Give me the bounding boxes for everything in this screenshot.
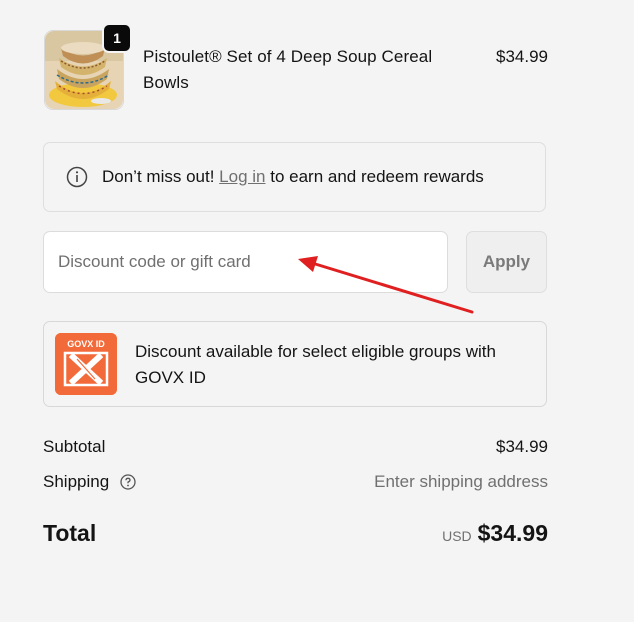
shipping-value: Enter shipping address <box>374 472 548 491</box>
info-icon <box>66 166 88 188</box>
product-price: $34.99 <box>496 47 548 66</box>
govx-logo-text: GOVX ID <box>67 339 105 349</box>
discount-code-input[interactable] <box>43 231 448 293</box>
subtotal-label: Subtotal <box>43 437 106 456</box>
total-label: Total <box>43 520 97 546</box>
apply-button[interactable]: Apply <box>466 231 547 293</box>
total-value-group: USD $34.99 <box>442 520 548 547</box>
subtotal-value: $34.99 <box>496 437 548 456</box>
shipping-label: Shipping <box>43 472 110 491</box>
rewards-banner: Don’t miss out! Log in to earn and redee… <box>43 142 546 212</box>
govx-text: Discount available for select eligible g… <box>135 342 496 387</box>
quantity-badge: 1 <box>102 23 132 53</box>
shipping-label-group: Shipping <box>43 472 136 492</box>
product-name: Pistoulet® Set of 4 Deep Soup Cereal Bow… <box>143 47 433 92</box>
total-value: $34.99 <box>477 520 548 546</box>
help-icon[interactable] <box>120 474 136 490</box>
rewards-suffix: to earn and redeem rewards <box>270 167 484 186</box>
govx-logo: GOVX ID <box>55 333 117 395</box>
total-row: Total USD $34.99 <box>43 520 548 554</box>
product-thumbnail: 1 <box>44 23 132 110</box>
login-link[interactable]: Log in <box>219 167 265 187</box>
rewards-prefix: Don’t miss out! <box>102 167 215 186</box>
govx-discount-banner[interactable]: GOVX ID Discount available for select el… <box>43 321 547 407</box>
currency-code: USD <box>442 528 472 544</box>
